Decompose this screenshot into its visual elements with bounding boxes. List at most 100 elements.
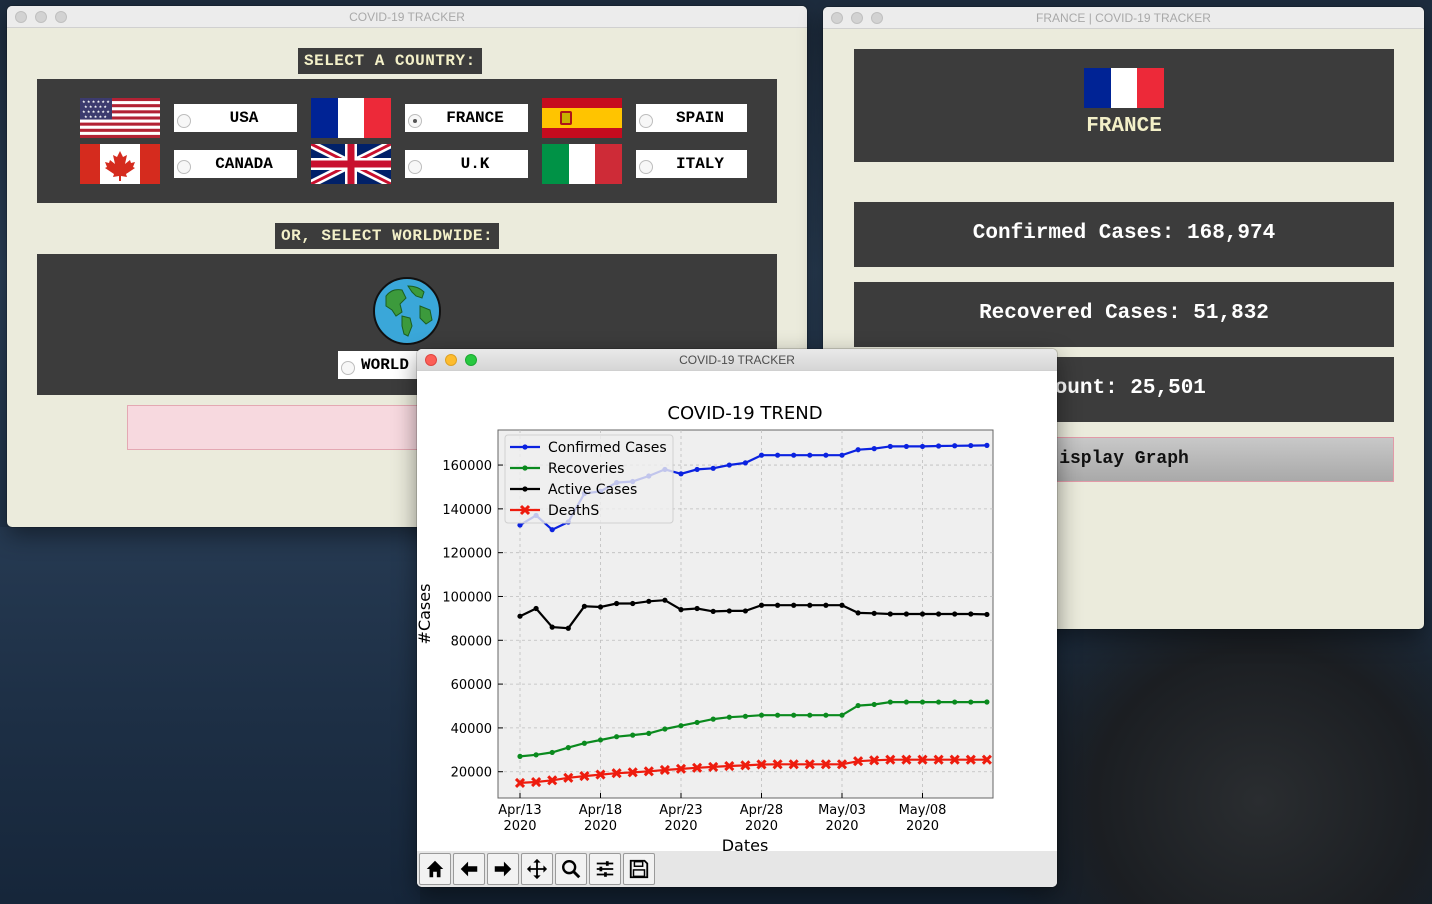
radio-button[interactable] bbox=[639, 160, 653, 174]
pan-button[interactable] bbox=[521, 853, 553, 885]
trend-chart[interactable]: Apr/132020Apr/182020Apr/232020Apr/282020… bbox=[417, 371, 1057, 855]
data-point bbox=[919, 443, 926, 450]
close-icon[interactable] bbox=[425, 354, 437, 366]
x-tick-label: Apr/13 bbox=[498, 803, 541, 818]
data-point bbox=[984, 699, 990, 705]
radio-button[interactable] bbox=[408, 114, 422, 128]
minimize-icon[interactable] bbox=[445, 354, 457, 366]
zoom-window-icon[interactable] bbox=[871, 12, 883, 24]
chart-title: COVID-19 TREND bbox=[667, 403, 822, 424]
home-button[interactable] bbox=[419, 853, 451, 885]
minimize-icon[interactable] bbox=[851, 12, 863, 24]
x-tick-label-year: 2020 bbox=[664, 819, 697, 834]
graph-window-titlebar[interactable]: COVID-19 TRACKER bbox=[417, 349, 1057, 371]
save-button[interactable] bbox=[623, 853, 655, 885]
data-point bbox=[565, 745, 571, 751]
back-button[interactable] bbox=[453, 853, 485, 885]
data-point bbox=[678, 723, 684, 729]
data-point bbox=[903, 443, 909, 450]
data-point bbox=[517, 613, 523, 619]
x-tick-label: Apr/23 bbox=[659, 803, 702, 818]
data-point bbox=[839, 452, 845, 458]
spain-flag-icon bbox=[542, 98, 622, 138]
radio-label-spain: SPAIN bbox=[675, 109, 724, 127]
data-point bbox=[710, 465, 716, 471]
radio-italy[interactable]: ITALY bbox=[636, 150, 747, 178]
france-flag-icon bbox=[311, 98, 391, 138]
x-tick-label: Apr/28 bbox=[740, 803, 783, 818]
plot-area[interactable]: Apr/13 2020 Apr/18 2020 Apr/23 2020 Apr/28 2020… bbox=[417, 371, 1057, 855]
x-tick-label: May/08 bbox=[899, 803, 947, 818]
zoom-window-icon[interactable] bbox=[465, 354, 477, 366]
radio-button[interactable] bbox=[639, 114, 653, 128]
minimize-icon[interactable] bbox=[35, 11, 47, 23]
data-point bbox=[614, 734, 620, 740]
data-point bbox=[581, 603, 587, 609]
data-point bbox=[936, 699, 942, 705]
uk-flag-icon bbox=[311, 144, 391, 184]
data-point bbox=[952, 611, 958, 617]
data-point bbox=[903, 699, 909, 705]
italy-flag-icon bbox=[542, 144, 622, 184]
data-point bbox=[807, 712, 813, 718]
radio-button[interactable] bbox=[408, 160, 422, 174]
y-tick-label: 60000 bbox=[451, 678, 492, 693]
x-tick-label: May/03 bbox=[818, 803, 866, 818]
radio-canada[interactable]: CANADA bbox=[174, 150, 297, 178]
radio-usa[interactable]: USA bbox=[174, 104, 297, 132]
data-point bbox=[694, 719, 700, 726]
data-point bbox=[678, 471, 684, 477]
data-point bbox=[887, 443, 893, 450]
y-tick-label: 100000 bbox=[442, 590, 492, 605]
select-country-label: SELECT A COUNTRY: bbox=[298, 48, 482, 74]
legend-marker bbox=[522, 444, 528, 450]
data-point bbox=[823, 712, 829, 718]
country-window-titlebar[interactable]: FRANCE | COVID-19 TRACKER bbox=[823, 7, 1424, 29]
data-point bbox=[549, 749, 555, 756]
globe-icon bbox=[373, 277, 441, 345]
radio-uk[interactable]: U.K bbox=[405, 150, 528, 178]
usa-flag-icon: ★ ★ ★ ★ ★ ★★ ★ ★ ★ ★ ★ ★ ★ ★ ★ ★★ ★ ★ ★ … bbox=[80, 98, 160, 138]
radio-button[interactable] bbox=[341, 361, 355, 375]
data-point bbox=[871, 701, 877, 708]
radio-france[interactable]: FRANCE bbox=[405, 104, 528, 132]
data-point bbox=[968, 699, 974, 705]
window-controls bbox=[15, 11, 67, 23]
main-window-titlebar[interactable]: COVID-19 TRACKER bbox=[7, 6, 807, 28]
radio-button[interactable] bbox=[177, 114, 191, 128]
data-point bbox=[726, 608, 732, 614]
window-title: COVID-19 TRACKER bbox=[679, 352, 795, 367]
legend-label: Recoveries bbox=[548, 461, 624, 477]
window-title: FRANCE | COVID-19 TRACKER bbox=[1036, 10, 1211, 25]
forward-button[interactable] bbox=[487, 853, 519, 885]
x-tick-label-year: 2020 bbox=[503, 819, 536, 834]
data-point bbox=[807, 602, 813, 608]
radio-button[interactable] bbox=[177, 160, 191, 174]
data-point bbox=[791, 602, 797, 608]
data-point bbox=[549, 527, 555, 533]
y-tick-label: 160000 bbox=[442, 459, 492, 474]
configure-icon bbox=[596, 861, 614, 877]
data-point bbox=[662, 597, 668, 603]
data-point bbox=[678, 607, 684, 613]
legend-label: Active Cases bbox=[548, 482, 637, 498]
legend-marker bbox=[522, 486, 528, 492]
data-point bbox=[968, 442, 974, 449]
configure-button[interactable] bbox=[589, 853, 621, 885]
x-tick-label-year: 2020 bbox=[825, 819, 858, 834]
close-icon[interactable] bbox=[831, 12, 843, 24]
data-point bbox=[775, 602, 781, 608]
zoom-button[interactable] bbox=[555, 853, 587, 885]
data-point bbox=[823, 452, 829, 458]
data-point bbox=[775, 452, 781, 458]
radio-spain[interactable]: SPAIN bbox=[636, 104, 747, 132]
y-tick-label: 120000 bbox=[442, 547, 492, 562]
data-point bbox=[887, 699, 893, 705]
data-point bbox=[726, 714, 732, 720]
zoom-icon bbox=[562, 860, 581, 879]
radio-label-france: FRANCE bbox=[446, 109, 504, 127]
zoom-window-icon[interactable] bbox=[55, 11, 67, 23]
data-point bbox=[630, 732, 636, 738]
data-point bbox=[823, 602, 829, 608]
close-icon[interactable] bbox=[15, 11, 27, 23]
